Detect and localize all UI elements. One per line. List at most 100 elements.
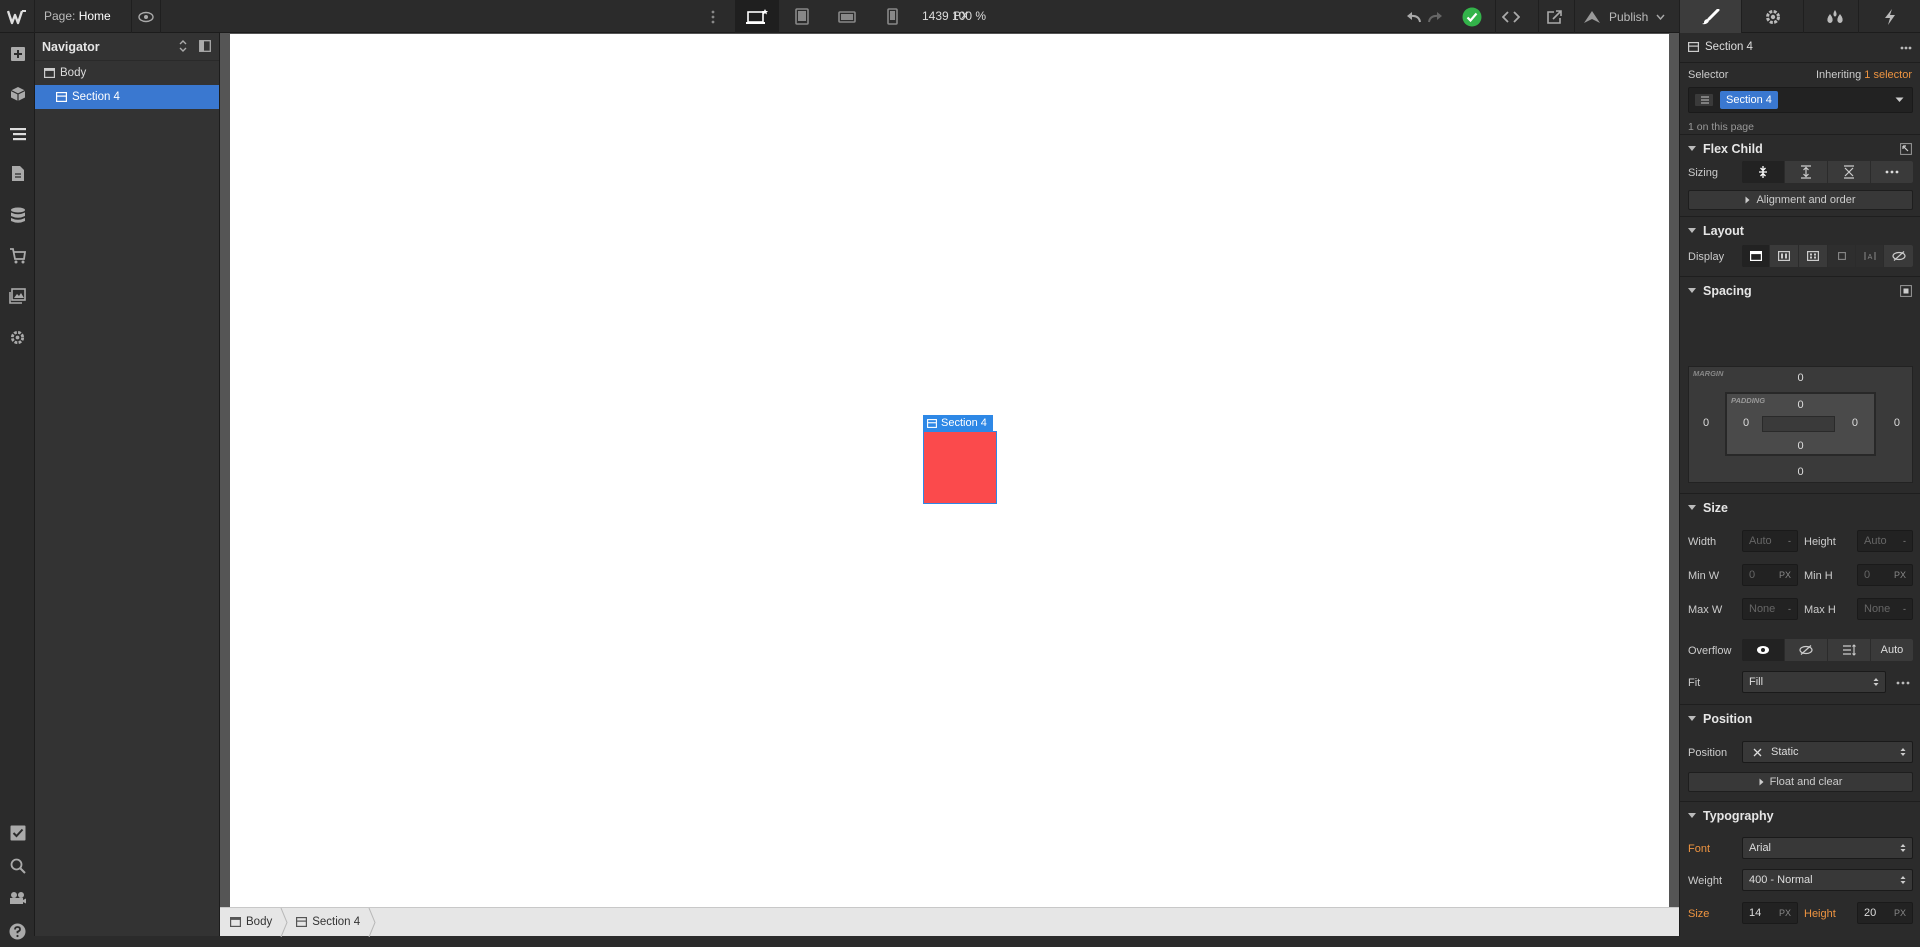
pages-icon[interactable]	[0, 157, 35, 189]
margin-left-value[interactable]: 0	[1703, 417, 1709, 429]
expand-collapse-icon[interactable]	[179, 39, 187, 53]
display-block-icon[interactable]	[1742, 245, 1770, 267]
padding-left-value[interactable]: 0	[1743, 417, 1749, 429]
video-tutorials-icon[interactable]	[0, 882, 35, 914]
navigator-item-label: Section 4	[72, 91, 120, 103]
display-none-icon[interactable]	[1884, 245, 1913, 267]
alignment-order-button[interactable]: Alignment and order	[1688, 190, 1913, 210]
width-unit[interactable]: -	[1788, 536, 1791, 546]
padding-bottom-value[interactable]: 0	[1727, 440, 1874, 452]
navigator-item-body[interactable]: Body	[35, 61, 219, 85]
max-height-unit[interactable]: -	[1903, 604, 1906, 614]
font-select[interactable]: Arial	[1742, 837, 1913, 859]
lightning-icon[interactable]	[1858, 0, 1920, 33]
tablet-icon[interactable]	[780, 0, 824, 33]
redo-icon[interactable]	[1424, 0, 1446, 33]
padding-right-value[interactable]: 0	[1852, 417, 1858, 429]
design-canvas[interactable]: Section 4	[230, 34, 1669, 908]
line-height-unit[interactable]: PX	[1894, 908, 1906, 918]
sizing-none-icon[interactable]	[1828, 161, 1871, 183]
undo-icon[interactable]	[1403, 0, 1425, 33]
display-inline-icon[interactable]: A	[1856, 245, 1884, 267]
settings-gear-icon[interactable]	[0, 321, 35, 353]
max-height-input[interactable]: None -	[1857, 598, 1913, 620]
audit-checkbox-icon[interactable]	[0, 817, 35, 849]
navigator-icon[interactable]	[0, 118, 35, 150]
weight-select[interactable]: 400 - Normal	[1742, 869, 1913, 891]
font-size-unit[interactable]: PX	[1779, 908, 1791, 918]
display-inline-block-icon[interactable]	[1828, 245, 1856, 267]
font-size-input[interactable]: 14 PX	[1742, 902, 1798, 924]
kebab-icon[interactable]	[700, 0, 726, 33]
height-input[interactable]: Auto -	[1857, 530, 1913, 552]
overflow-scroll-icon[interactable]	[1828, 639, 1871, 661]
display-flex-icon[interactable]	[1770, 245, 1799, 267]
saved-check-icon[interactable]	[1457, 0, 1487, 33]
dock-panel-icon[interactable]	[199, 40, 211, 52]
float-clear-button[interactable]: Float and clear	[1688, 772, 1913, 792]
flex-help-icon[interactable]	[1900, 143, 1912, 155]
fit-select[interactable]: Fill	[1742, 671, 1886, 693]
min-height-unit[interactable]: PX	[1894, 570, 1906, 580]
margin-right-value[interactable]: 0	[1894, 417, 1900, 429]
help-icon[interactable]	[0, 915, 35, 947]
fit-more-icon[interactable]	[1896, 681, 1910, 685]
height-unit[interactable]: -	[1903, 536, 1906, 546]
export-icon[interactable]	[1538, 0, 1570, 33]
max-width-unit[interactable]: -	[1788, 604, 1791, 614]
padding-top-value[interactable]: 0	[1727, 399, 1874, 411]
breadcrumb-item-section-4[interactable]: Section 4	[286, 907, 376, 937]
webflow-logo-icon[interactable]	[0, 0, 35, 33]
inheriting-link[interactable]: 1 selector	[1864, 69, 1912, 81]
style-brush-icon[interactable]	[1679, 0, 1741, 33]
cms-database-icon[interactable]	[0, 199, 35, 231]
spacing-header[interactable]: Spacing	[1680, 276, 1920, 304]
ecommerce-cart-icon[interactable]	[0, 240, 35, 272]
navigator-item-section-4[interactable]: Section 4	[35, 85, 219, 109]
settings-gear-icon[interactable]	[1741, 0, 1803, 33]
selector-dropdown-icon[interactable]	[1895, 97, 1904, 103]
search-icon[interactable]	[0, 850, 35, 882]
min-width-unit[interactable]: PX	[1779, 570, 1791, 580]
position-header[interactable]: Position	[1680, 704, 1920, 732]
assets-images-icon[interactable]	[0, 280, 35, 312]
overflow-visible-icon[interactable]	[1742, 639, 1785, 661]
spacing-settings-icon[interactable]	[1900, 285, 1912, 297]
overflow-auto-button[interactable]: Auto	[1871, 639, 1913, 661]
code-icon[interactable]	[1495, 0, 1525, 33]
interactions-drops-icon[interactable]	[1803, 0, 1865, 33]
section-4-element[interactable]	[923, 431, 997, 504]
position-select[interactable]: Static	[1742, 741, 1913, 763]
sizing-more-icon[interactable]	[1871, 161, 1913, 183]
add-panel-icon[interactable]	[0, 38, 35, 70]
margin-top-value[interactable]: 0	[1689, 372, 1912, 384]
breadcrumb-item-body[interactable]: Body	[220, 907, 288, 937]
typography-header[interactable]: Typography	[1680, 801, 1920, 829]
margin-bottom-value[interactable]: 0	[1689, 466, 1912, 478]
publish-button[interactable]: Publish	[1574, 0, 1674, 33]
selector-field[interactable]: Section 4	[1688, 87, 1913, 113]
more-options-icon[interactable]	[1900, 46, 1912, 50]
overflow-hidden-icon[interactable]	[1785, 639, 1828, 661]
sizing-shrink-icon[interactable]	[1742, 161, 1785, 183]
min-height-input[interactable]: 0 PX	[1857, 564, 1913, 586]
symbols-cube-icon[interactable]	[0, 78, 35, 110]
layout-header[interactable]: Layout	[1680, 216, 1920, 244]
page-selector[interactable]: Page: Home	[44, 0, 111, 33]
size-header[interactable]: Size	[1680, 493, 1920, 521]
mobile-landscape-icon[interactable]	[825, 0, 869, 33]
width-input[interactable]: Auto -	[1742, 530, 1798, 552]
mobile-portrait-icon[interactable]	[870, 0, 914, 33]
desktop-icon[interactable]	[735, 0, 779, 33]
flex-child-header[interactable]: Flex Child	[1680, 134, 1920, 162]
selector-chip[interactable]: Section 4	[1720, 91, 1778, 109]
min-width-input[interactable]: 0 PX	[1742, 564, 1798, 586]
max-width-input[interactable]: None -	[1742, 598, 1798, 620]
display-grid-icon[interactable]	[1799, 245, 1828, 267]
line-height-input[interactable]: 20 PX	[1857, 902, 1913, 924]
padding-box[interactable]: PADDING 0 0 0 0	[1725, 392, 1876, 456]
selected-element-label[interactable]: Section 4	[923, 415, 993, 431]
eye-icon[interactable]	[131, 0, 161, 33]
margin-box[interactable]: MARGIN 0 0 0 0 PADDING 0 0 0 0	[1688, 366, 1913, 483]
sizing-grow-icon[interactable]	[1785, 161, 1828, 183]
